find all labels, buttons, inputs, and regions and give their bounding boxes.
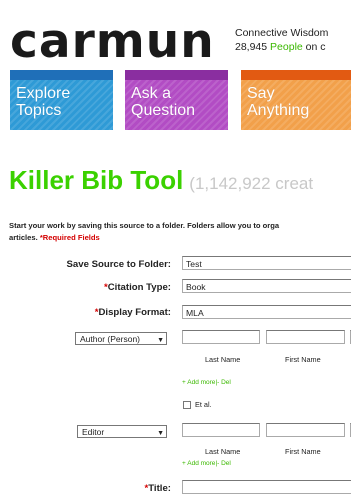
first-name-label: First Name (285, 447, 321, 456)
nav-body: Say Anything (241, 80, 351, 130)
people-count-suffix: on c (305, 41, 326, 53)
editor-add-del: + Add more|- Del (182, 460, 231, 467)
delete-link[interactable]: - Del (217, 379, 231, 386)
tagline: Connective Wisdom (235, 27, 329, 39)
citation-count: (1,142,922 creat (189, 174, 314, 193)
required-note: *Required Fields (39, 233, 100, 242)
add-more-link[interactable]: + Add more (182, 379, 215, 386)
nav-body: Ask a Question (125, 80, 228, 130)
last-name-label: Last Name (205, 355, 241, 364)
people-count: 28,945 (235, 41, 268, 53)
chevron-down-icon: ▼ (157, 430, 164, 437)
display-format-field[interactable]: MLA (182, 305, 351, 319)
first-name-label: First Name (285, 355, 321, 364)
contributor-type-select[interactable]: Editor ▼ (77, 425, 167, 438)
editor-first-name-input[interactable] (266, 423, 345, 437)
intro-text: Start your work by saving this source to… (9, 221, 280, 242)
nav-bar (10, 70, 113, 80)
carmun-logo[interactable]: carmun (10, 18, 215, 65)
citation-type-label: *Citation Type: (104, 282, 171, 293)
contributor-type-select[interactable]: Author (Person) ▼ (75, 332, 167, 345)
delete-link[interactable]: - Del (217, 460, 231, 467)
et-al-checkbox[interactable] (183, 401, 191, 409)
nav-bar (125, 70, 228, 80)
folder-input[interactable]: Test (182, 256, 351, 270)
display-format-label: *Display Format: (94, 307, 171, 318)
title-input[interactable] (182, 480, 351, 494)
folder-label: Save Source to Folder: (66, 259, 172, 270)
nav-bar (241, 70, 351, 80)
nav-label: Say Anything (247, 85, 310, 119)
nav-body: Explore Topics (10, 80, 113, 130)
nav-label: Ask a Question (131, 85, 196, 119)
nav-say-anything[interactable]: Say Anything (241, 70, 351, 130)
author-add-del: + Add more|- Del (182, 379, 231, 386)
chevron-down-icon: ▼ (157, 337, 164, 344)
people-link[interactable]: People (270, 41, 303, 53)
people-count-line: 28,945 People on c (235, 41, 326, 53)
nav-label: Explore Topics (16, 85, 71, 119)
page-title-text: Killer Bib Tool (9, 165, 184, 195)
citation-type-field[interactable]: Book (182, 279, 351, 293)
editor-last-name-input[interactable] (182, 423, 260, 437)
nav-explore-topics[interactable]: Explore Topics (10, 70, 113, 130)
author-first-name-input[interactable] (266, 330, 345, 344)
et-al-label: Et al. (195, 400, 212, 409)
add-more-link[interactable]: + Add more (182, 460, 215, 467)
author-last-name-input[interactable] (182, 330, 260, 344)
title-label: *Title: (144, 483, 171, 494)
page-title: Killer Bib Tool (1,142,922 creat (9, 165, 313, 199)
nav-ask-question[interactable]: Ask a Question (125, 70, 228, 130)
last-name-label: Last Name (205, 447, 241, 456)
